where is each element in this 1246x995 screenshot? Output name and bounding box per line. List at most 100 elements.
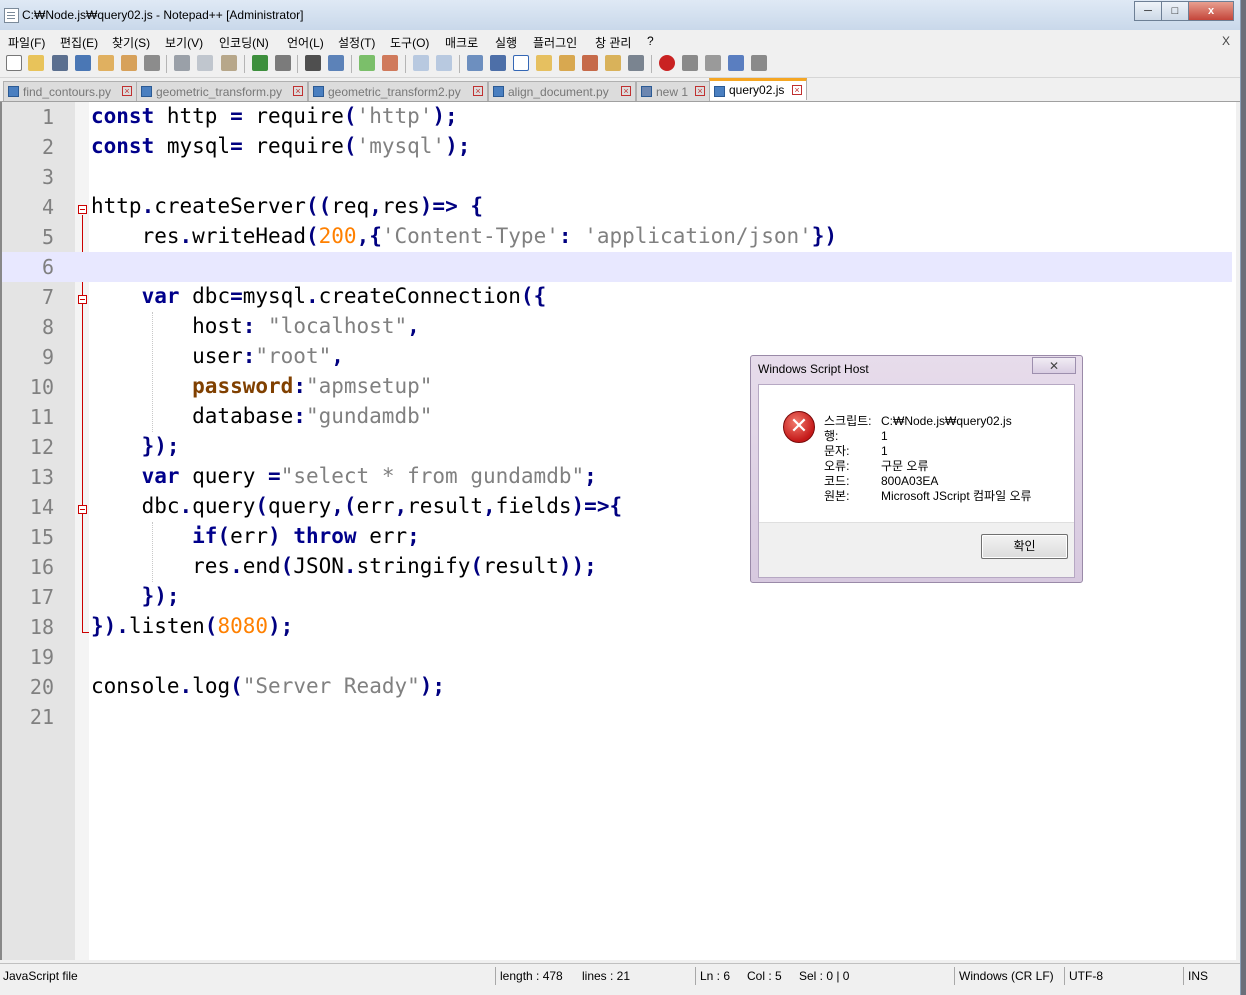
tab-label: geometric_transform2.py bbox=[328, 85, 461, 99]
line-number: 18 bbox=[29, 615, 54, 639]
line-text: password:"apmsetup" bbox=[192, 374, 433, 398]
maximize-button[interactable]: □ bbox=[1161, 1, 1189, 21]
toolbar bbox=[0, 51, 1240, 78]
menu-plugins[interactable]: 플러그인 bbox=[533, 34, 577, 51]
menu-macro[interactable]: 매크로 bbox=[445, 34, 478, 51]
tab-find-contours[interactable]: find_contours.py × bbox=[3, 81, 137, 101]
menu-view[interactable]: 보기(V) bbox=[165, 34, 203, 51]
menu-tools[interactable]: 도구(O) bbox=[390, 34, 429, 51]
tab-label: align_document.py bbox=[508, 85, 609, 99]
monitor-icon[interactable] bbox=[628, 55, 644, 71]
close-tab-icon[interactable]: × bbox=[122, 86, 132, 96]
sync-h-icon[interactable] bbox=[436, 55, 452, 71]
notepad-app-icon bbox=[4, 8, 19, 23]
indent-guide-icon[interactable] bbox=[513, 55, 529, 71]
word-wrap-icon[interactable] bbox=[467, 55, 483, 71]
code-line-8: 8 host: "localhost", bbox=[2, 312, 1232, 342]
doc-map-icon[interactable] bbox=[559, 55, 575, 71]
save-macro-icon[interactable] bbox=[751, 55, 767, 71]
replace-icon[interactable] bbox=[328, 55, 344, 71]
line-text: res.end(JSON.stringify(result)); bbox=[91, 554, 597, 578]
row-value: 1 bbox=[881, 429, 888, 443]
tab-align-document[interactable]: align_document.py × bbox=[488, 81, 636, 101]
new-file-icon[interactable] bbox=[6, 55, 22, 71]
menu-bar: 파일(F) 편집(E) 찾기(S) 보기(V) 인코딩(N) 언어(L) 설정(… bbox=[0, 31, 1240, 51]
menu-search[interactable]: 찾기(S) bbox=[112, 34, 150, 51]
udl-icon[interactable] bbox=[536, 55, 552, 71]
undo-icon[interactable] bbox=[252, 55, 268, 71]
error-dialog: Windows Script Host ✕ ✕ 스크립트: C:₩Node.js₩… bbox=[750, 355, 1083, 583]
status-col: Col : 5 bbox=[747, 969, 782, 983]
line-number: 7 bbox=[41, 285, 54, 309]
copy-icon[interactable] bbox=[197, 55, 213, 71]
menu-edit[interactable]: 편집(E) bbox=[60, 34, 98, 51]
status-encoding[interactable]: UTF-8 bbox=[1069, 969, 1103, 983]
menu-settings[interactable]: 설정(T) bbox=[338, 34, 375, 51]
tab-query02[interactable]: query02.js × bbox=[709, 78, 807, 100]
line-text: user:"root", bbox=[91, 344, 344, 368]
ok-button[interactable]: 확인 bbox=[981, 534, 1068, 559]
row-value: Microsoft JScript 컴파일 오류 bbox=[881, 489, 1032, 503]
code-line-20: 20 console.log("Server Ready"); bbox=[2, 672, 1232, 702]
line-text: database:"gundamdb" bbox=[91, 404, 433, 428]
line-number: 9 bbox=[41, 345, 54, 369]
folder-workspace-icon[interactable] bbox=[605, 55, 621, 71]
dialog-close-button[interactable]: ✕ bbox=[1032, 357, 1076, 374]
close-tab-icon[interactable]: × bbox=[293, 86, 303, 96]
minimize-button[interactable]: ─ bbox=[1134, 1, 1162, 21]
tab-geometric-transform[interactable]: geometric_transform.py × bbox=[136, 81, 308, 101]
close-tab-icon[interactable]: × bbox=[621, 86, 631, 96]
print-icon[interactable] bbox=[144, 55, 160, 71]
play-macro-icon[interactable] bbox=[705, 55, 721, 71]
status-eol[interactable]: Windows (CR LF) bbox=[959, 969, 1054, 983]
redo-icon[interactable] bbox=[275, 55, 291, 71]
status-sel: Sel : 0 | 0 bbox=[799, 969, 850, 983]
close-tab-icon[interactable]: × bbox=[695, 86, 705, 96]
close-tab-icon[interactable]: × bbox=[792, 85, 802, 95]
line-number: 21 bbox=[29, 705, 54, 729]
dialog-body: ✕ 스크립트: C:₩Node.js₩query02.js 행: 1 문자: 1 오류… bbox=[758, 384, 1075, 578]
line-number: 19 bbox=[29, 645, 54, 669]
zoom-in-icon[interactable] bbox=[359, 55, 375, 71]
line-number: 15 bbox=[29, 525, 54, 549]
menu-window[interactable]: 창 관리 bbox=[595, 34, 631, 51]
stop-macro-icon[interactable] bbox=[682, 55, 698, 71]
close-window-button[interactable]: x bbox=[1188, 1, 1234, 21]
row-value: C:₩Node.js₩query02.js bbox=[881, 414, 1012, 428]
code-line-1: 1 const http = require('http'); bbox=[2, 102, 1232, 132]
save-icon[interactable] bbox=[52, 55, 68, 71]
close-icon[interactable] bbox=[98, 55, 114, 71]
sync-v-icon[interactable] bbox=[413, 55, 429, 71]
menu-file[interactable]: 파일(F) bbox=[8, 34, 45, 51]
tab-new-1[interactable]: new 1 × bbox=[636, 81, 710, 101]
saved-file-icon bbox=[714, 86, 725, 97]
close-all-icon[interactable] bbox=[121, 55, 137, 71]
open-file-icon[interactable] bbox=[28, 55, 44, 71]
paste-icon[interactable] bbox=[221, 55, 237, 71]
line-text: if(err) throw err; bbox=[192, 524, 420, 548]
function-list-icon[interactable] bbox=[582, 55, 598, 71]
error-icon: ✕ bbox=[783, 411, 815, 443]
code-line-17: 17 }); bbox=[2, 582, 1232, 612]
line-number: 12 bbox=[29, 435, 54, 459]
run-macro-multiple-icon[interactable] bbox=[728, 55, 744, 71]
code-line-2: 2 const mysql= require('mysql'); bbox=[2, 132, 1232, 162]
line-text: var query ="select * from gundamdb"; bbox=[141, 464, 597, 488]
tab-geometric-transform2[interactable]: geometric_transform2.py × bbox=[308, 81, 488, 101]
menu-help[interactable]: ? bbox=[647, 34, 654, 48]
menu-run[interactable]: 실행 bbox=[495, 34, 517, 51]
cut-icon[interactable] bbox=[174, 55, 190, 71]
find-icon[interactable] bbox=[305, 55, 321, 71]
close-tab-icon[interactable]: × bbox=[473, 86, 483, 96]
dialog-title: Windows Script Host bbox=[758, 362, 869, 376]
record-macro-icon[interactable] bbox=[659, 55, 675, 71]
show-all-chars-icon[interactable] bbox=[490, 55, 506, 71]
line-text: res.writeHead(200,{'Content-Type': 'appl… bbox=[91, 224, 838, 248]
title-bar[interactable]: C:₩Node.js₩query02.js - Notepad++ [Admin… bbox=[0, 0, 1240, 30]
close-doc-button[interactable]: X bbox=[1222, 34, 1230, 48]
line-number: 1 bbox=[41, 105, 54, 129]
menu-encoding[interactable]: 인코딩(N) bbox=[219, 34, 269, 51]
menu-language[interactable]: 언어(L) bbox=[287, 34, 324, 51]
save-all-icon[interactable] bbox=[75, 55, 91, 71]
zoom-out-icon[interactable] bbox=[382, 55, 398, 71]
